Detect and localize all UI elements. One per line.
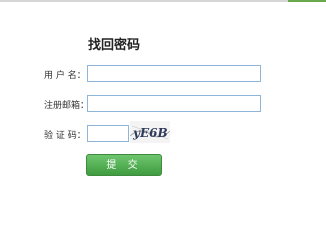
page-title: 找回密码 <box>88 38 141 53</box>
captcha-input[interactable] <box>87 125 129 142</box>
captcha-label: 验 证 码： <box>44 131 86 141</box>
username-input[interactable] <box>87 65 261 82</box>
email-label: 注册邮箱： <box>44 101 90 111</box>
page: 找回密码 用 户 名： 注册邮箱： 验 证 码： yE6B 提 交 <box>0 0 326 200</box>
captcha-image[interactable]: yE6B <box>130 121 170 143</box>
captcha-text: yE6B <box>132 126 168 140</box>
submit-button[interactable]: 提 交 <box>86 154 162 176</box>
email-input[interactable] <box>87 95 261 112</box>
username-label: 用 户 名： <box>44 71 86 81</box>
top-divider-accent <box>288 0 326 2</box>
top-divider <box>0 0 326 2</box>
